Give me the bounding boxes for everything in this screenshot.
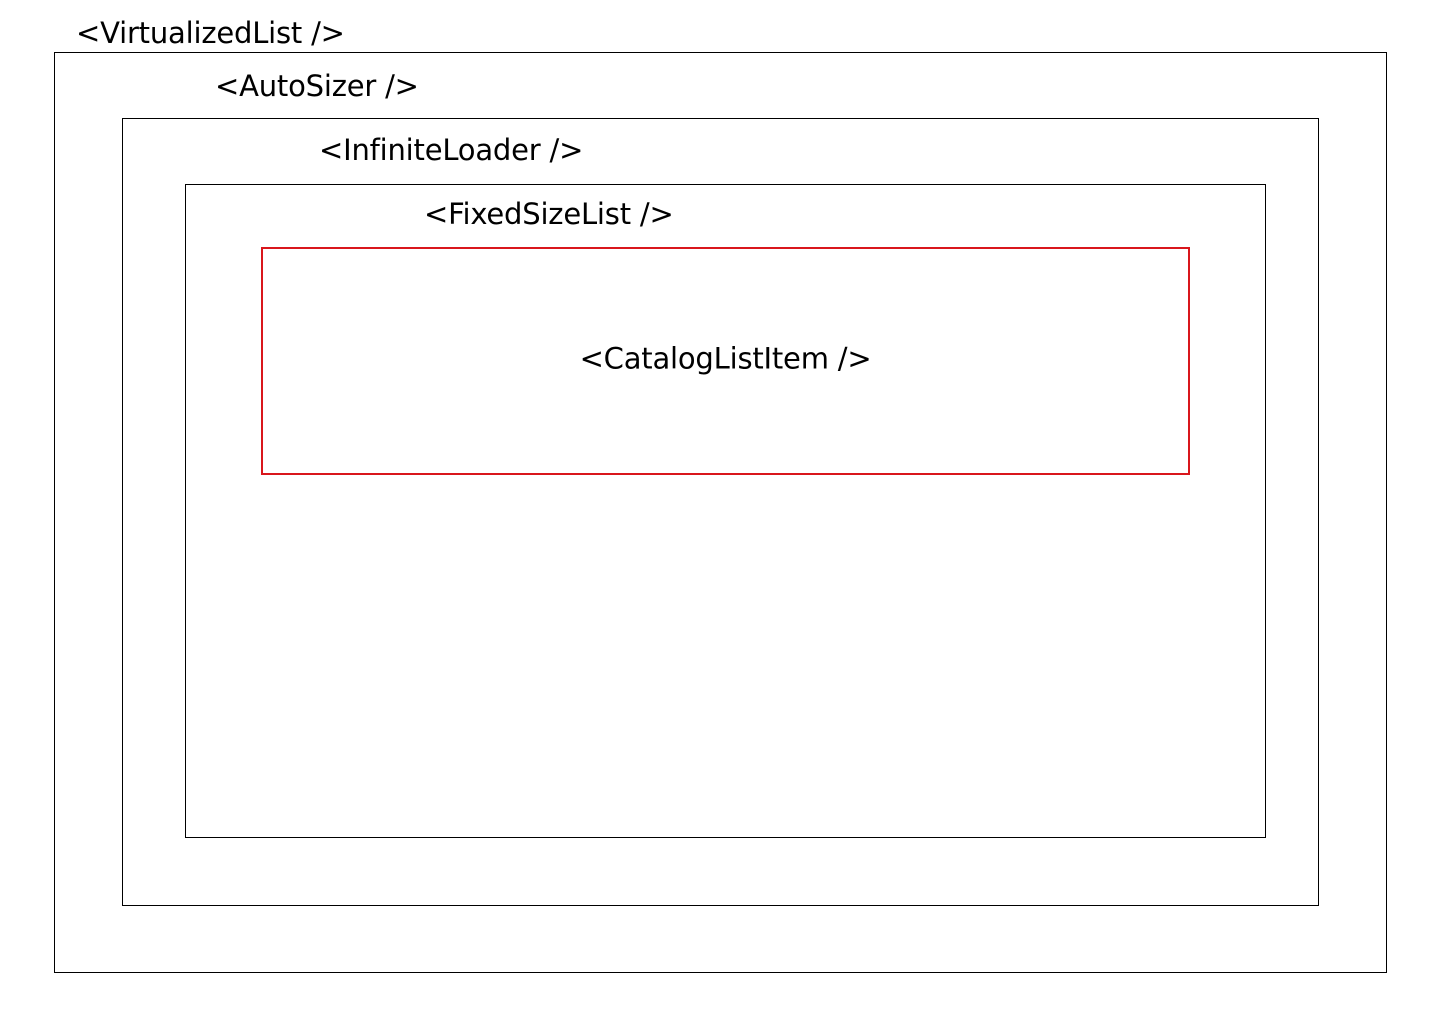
virtualized-list-label: <VirtualizedList /> [76, 16, 345, 50]
component-tree-diagram: <VirtualizedList /> <AutoSizer /> <Infin… [0, 0, 1440, 1024]
fixed-size-list-label: <FixedSizeList /> [424, 197, 674, 231]
catalog-list-item-label: <CatalogListItem /> [579, 341, 872, 376]
infinite-loader-label: <InfiniteLoader /> [319, 133, 584, 167]
catalog-list-item-box: <CatalogListItem /> [261, 247, 1190, 475]
auto-sizer-label: <AutoSizer /> [215, 69, 419, 103]
